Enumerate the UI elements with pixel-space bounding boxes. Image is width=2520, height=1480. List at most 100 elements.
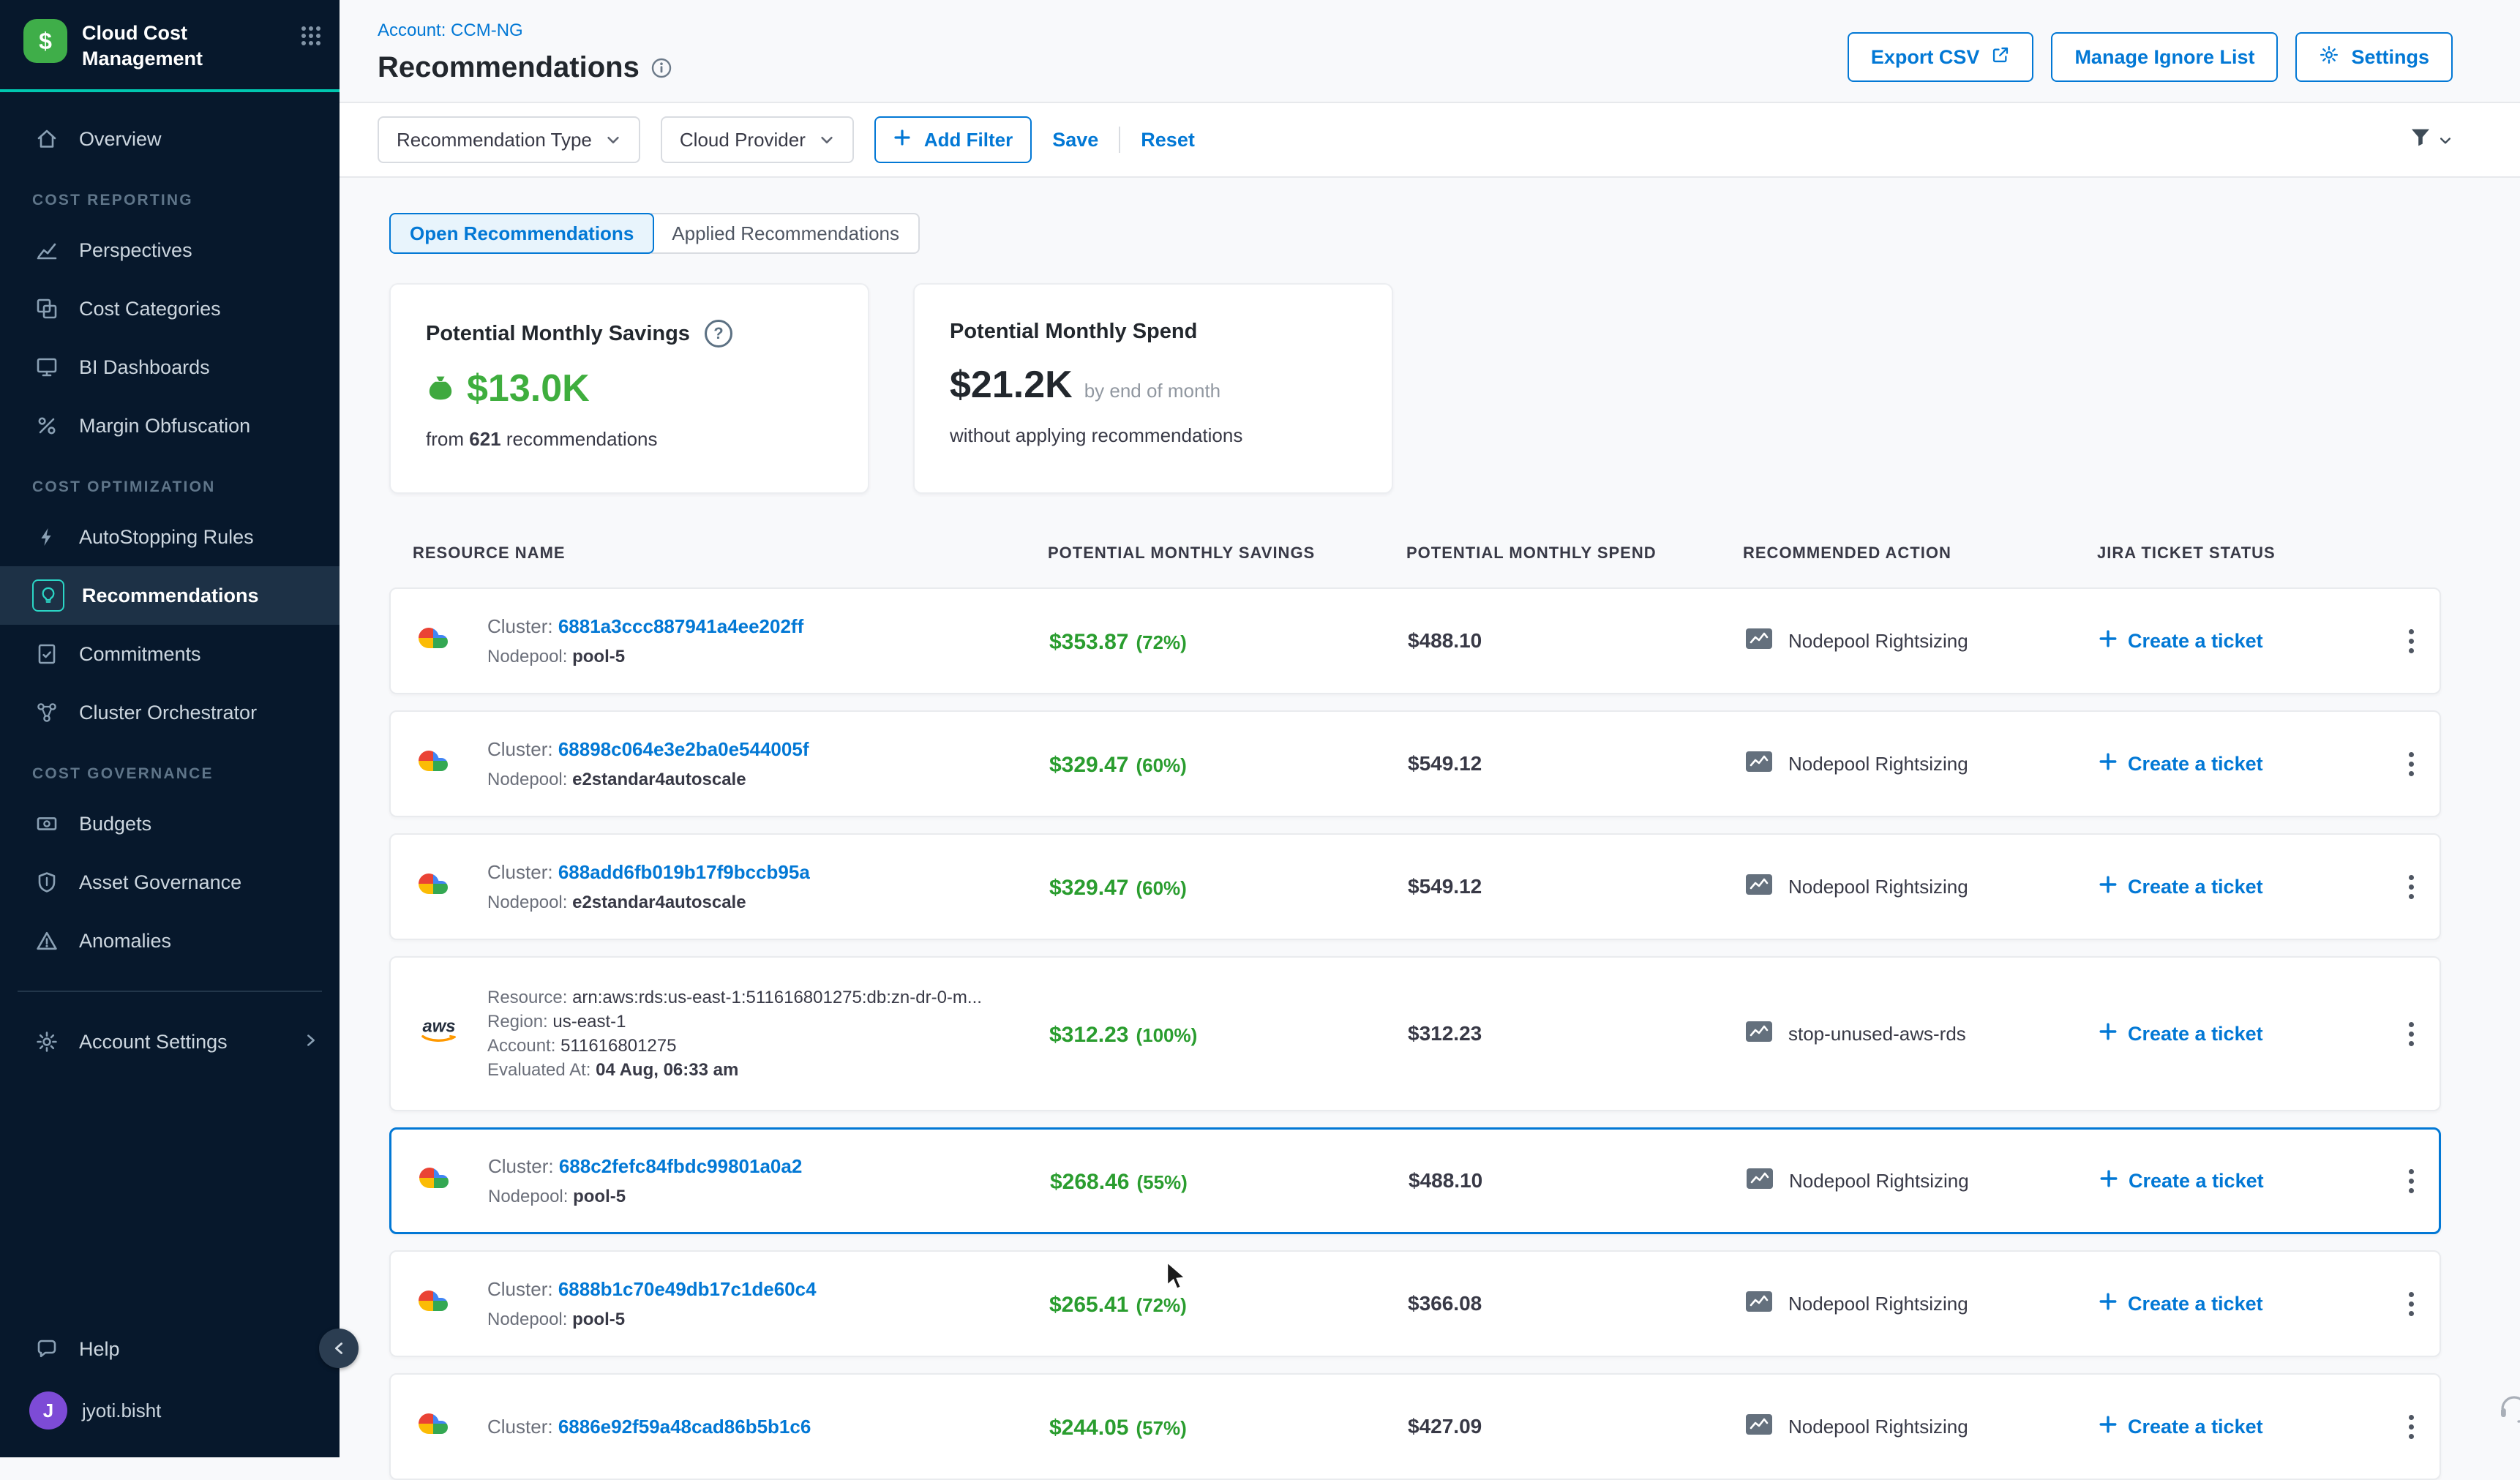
row-menu-button[interactable]: [2397, 1157, 2426, 1205]
table-row[interactable]: Cluster: 68898c064e3e2ba0e544005f Nodepo…: [389, 710, 2441, 817]
info-icon[interactable]: [651, 58, 672, 78]
reset-filter-button[interactable]: Reset: [1141, 129, 1195, 151]
cluster-link[interactable]: 6886e92f59a48cad86b5b1c6: [558, 1416, 811, 1438]
nodepool-label: Nodepool:: [487, 1310, 567, 1329]
spend-amount: $366.08: [1387, 1292, 1724, 1315]
row-menu-button[interactable]: [2397, 1010, 2426, 1058]
user-menu[interactable]: J jyoti.bisht: [0, 1378, 340, 1443]
create-ticket-button[interactable]: Create a ticket: [2078, 1415, 2382, 1439]
chat-icon: [32, 1334, 61, 1364]
create-ticket-button[interactable]: Create a ticket: [2078, 629, 2382, 653]
funnel-icon: [2409, 125, 2432, 154]
save-filter-button[interactable]: Save: [1052, 129, 1098, 151]
resource-label: Resource:: [487, 988, 567, 1007]
create-ticket-button[interactable]: Create a ticket: [2079, 1169, 2383, 1193]
create-ticket-button[interactable]: Create a ticket: [2078, 1292, 2382, 1316]
table-row[interactable]: Cluster: 6888b1c70e49db17c1de60c4 Nodepo…: [389, 1250, 2441, 1357]
sidebar-item-help[interactable]: Help: [0, 1320, 340, 1378]
cloud-provider-filter[interactable]: Cloud Provider: [661, 116, 854, 163]
create-ticket-button[interactable]: Create a ticket: [2078, 752, 2382, 776]
module-grid-icon[interactable]: [300, 19, 322, 53]
sidebar-item-budgets[interactable]: Budgets: [0, 795, 340, 853]
summary-cards: Potential Monthly Savings ? $13.0K from …: [389, 283, 2441, 494]
user-name: jyoti.bisht: [82, 1400, 161, 1422]
action-icon: [1744, 1413, 1774, 1441]
shield-icon: [32, 868, 61, 897]
plus-icon: [893, 129, 911, 151]
cluster-link[interactable]: 688c2fefc84fbdc99801a0a2: [559, 1155, 802, 1177]
cluster-label: Cluster:: [487, 1278, 553, 1300]
help-circle-icon[interactable]: ?: [705, 320, 732, 348]
cluster-link[interactable]: 68898c064e3e2ba0e544005f: [558, 738, 809, 760]
export-csv-label: Export CSV: [1871, 46, 1980, 69]
row-menu-button[interactable]: [2397, 617, 2426, 665]
recommendation-type-filter[interactable]: Recommendation Type: [378, 116, 640, 163]
sidebar-item-commitments[interactable]: Commitments: [0, 625, 340, 683]
page-header: Account: CCM-NG Recommendations Export C…: [340, 0, 2520, 102]
evaluated-at-value: 04 Aug, 06:33 am: [596, 1060, 738, 1080]
sidebar-item-overview[interactable]: Overview: [0, 110, 340, 168]
table-row[interactable]: Cluster: 688add6fb019b17f9bccb95a Nodepo…: [389, 833, 2441, 940]
money-bag-icon: [426, 374, 455, 403]
cluster-link[interactable]: 6881a3ccc887941a4ee202ff: [558, 615, 803, 637]
sidebar-section-cost-optimization: COST OPTIMIZATION: [0, 455, 340, 508]
savings-percent: (60%): [1136, 754, 1186, 776]
cluster-link[interactable]: 688add6fb019b17f9bccb95a: [558, 861, 810, 883]
manage-ignore-list-label: Manage Ignore List: [2074, 46, 2254, 69]
row-menu-button[interactable]: [2397, 1403, 2426, 1451]
filter-panel-toggle[interactable]: [2409, 125, 2453, 154]
table-row[interactable]: aws Resource: arn:aws:rds:us-east-1:5116…: [389, 956, 2441, 1111]
evaluated-at-label: Evaluated At:: [487, 1060, 590, 1080]
plus-icon: [2099, 875, 2118, 899]
table-row[interactable]: Cluster: 6886e92f59a48cad86b5b1c6 $244.0…: [389, 1373, 2441, 1480]
row-menu-button[interactable]: [2397, 740, 2426, 788]
sidebar-item-cluster-orchestrator[interactable]: Cluster Orchestrator: [0, 683, 340, 742]
cluster-label: Cluster:: [488, 1155, 554, 1177]
sidebar-section-cost-reporting: COST REPORTING: [0, 168, 340, 221]
sidebar-item-account-settings[interactable]: Account Settings: [0, 1013, 340, 1071]
tab-open-recommendations[interactable]: Open Recommendations: [389, 213, 654, 254]
gcp-icon: [414, 620, 452, 661]
sidebar-item-perspectives[interactable]: Perspectives: [0, 221, 340, 279]
savings-percent: (72%): [1136, 1294, 1186, 1316]
export-csv-button[interactable]: Export CSV: [1848, 32, 2034, 82]
sidebar-item-recommendations[interactable]: Recommendations: [0, 566, 340, 625]
add-filter-button[interactable]: Add Filter: [874, 116, 1032, 163]
row-menu-button[interactable]: [2397, 863, 2426, 911]
create-ticket-label: Create a ticket: [2129, 1170, 2264, 1192]
sidebar-collapse-button[interactable]: [319, 1329, 359, 1368]
region-label: Region:: [487, 1012, 548, 1032]
potential-savings-card: Potential Monthly Savings ? $13.0K from …: [389, 283, 869, 494]
savings-value: $13.0K: [467, 367, 590, 410]
create-ticket-button[interactable]: Create a ticket: [2078, 875, 2382, 899]
avatar: J: [29, 1391, 67, 1430]
table-row-selected[interactable]: Cluster: 688c2fefc84fbdc99801a0a2 Nodepo…: [389, 1127, 2441, 1234]
settings-label: Settings: [2351, 46, 2429, 69]
spend-value: $21.2K: [950, 363, 1073, 407]
column-resource-name: RESOURCE NAME: [389, 544, 1027, 563]
sidebar-item-autostopping-rules[interactable]: AutoStopping Rules: [0, 508, 340, 566]
sidebar-item-asset-governance[interactable]: Asset Governance: [0, 853, 340, 912]
tab-applied-recommendations[interactable]: Applied Recommendations: [651, 213, 920, 254]
row-menu-button[interactable]: [2397, 1280, 2426, 1328]
autostopping-icon: [32, 522, 61, 552]
cluster-link[interactable]: 6888b1c70e49db17c1de60c4: [558, 1278, 817, 1300]
create-ticket-button[interactable]: Create a ticket: [2078, 1022, 2382, 1046]
sidebar-item-label: Recommendations: [82, 585, 259, 607]
sidebar-item-anomalies[interactable]: Anomalies: [0, 912, 340, 970]
sidebar-item-margin-obfuscation[interactable]: Margin Obfuscation: [0, 397, 340, 455]
commitments-icon: [32, 639, 61, 669]
breadcrumb-account[interactable]: Account: CCM-NG: [378, 20, 672, 41]
settings-button[interactable]: Settings: [2295, 32, 2453, 82]
sidebar-item-cost-categories[interactable]: Cost Categories: [0, 279, 340, 338]
action-icon: [1745, 1167, 1774, 1195]
nodepool-value: e2standar4autoscale: [572, 770, 746, 789]
spend-amount: $427.09: [1387, 1415, 1724, 1438]
manage-ignore-list-button[interactable]: Manage Ignore List: [2051, 32, 2278, 82]
chevron-down-icon: [819, 132, 835, 148]
table-row[interactable]: Cluster: 6881a3ccc887941a4ee202ff Nodepo…: [389, 587, 2441, 694]
cluster-label: Cluster:: [487, 861, 553, 883]
support-headset-icon[interactable]: [2497, 1390, 2520, 1431]
ccm-logo-icon: $: [23, 19, 67, 63]
sidebar-item-bi-dashboards[interactable]: BI Dashboards: [0, 338, 340, 397]
